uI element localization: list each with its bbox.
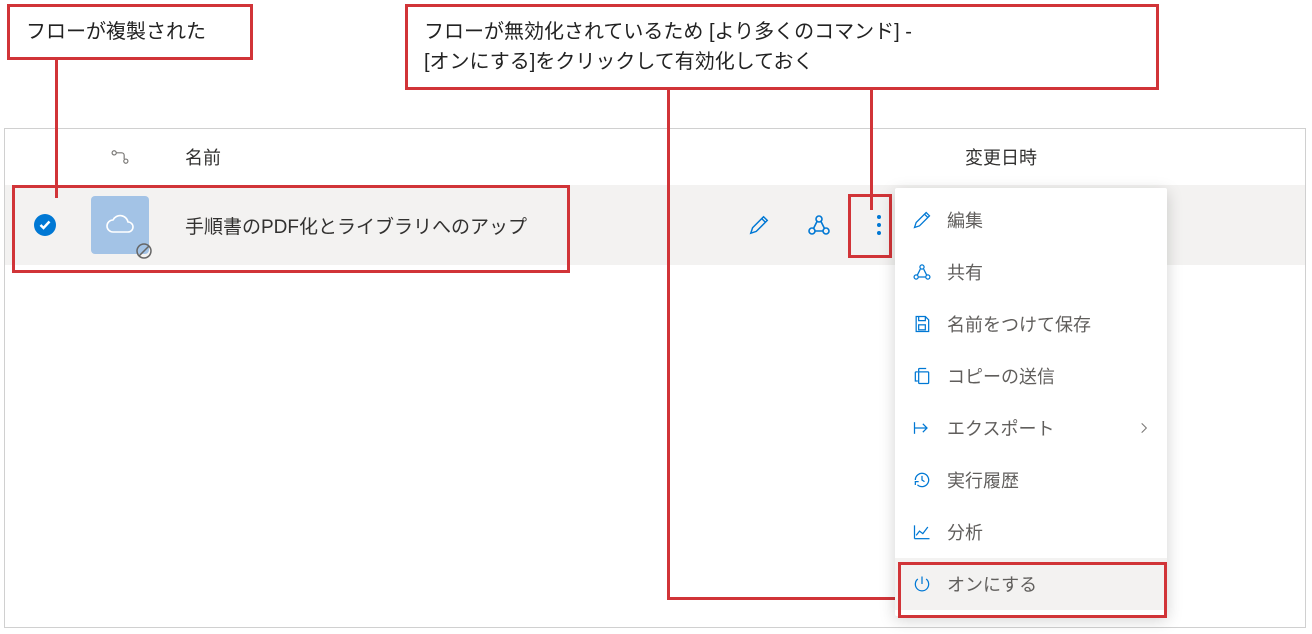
connector-line [667, 80, 670, 600]
share-button[interactable] [803, 209, 835, 241]
menu-item-run-history[interactable]: 実行履歴 [895, 454, 1167, 506]
connector-line [55, 46, 58, 198]
pencil-icon [748, 214, 770, 236]
context-menu: 編集 共有 名前をつけて保存 [895, 188, 1167, 616]
connector-line [870, 80, 873, 210]
analytics-icon [912, 522, 932, 542]
callout-text: フローが複製された [26, 21, 206, 43]
column-header-modified[interactable]: 変更日時 [905, 144, 1305, 170]
column-type-icon [85, 147, 155, 167]
checkmark-icon [39, 220, 51, 230]
vertical-dots-icon [877, 215, 881, 235]
menu-label: 実行履歴 [947, 467, 1019, 493]
flow-icon-box [91, 196, 149, 254]
table-header-row: 名前 変更日時 [5, 129, 1305, 185]
callout-text-line2: [オンにする]をクリックして有効化しておく [424, 47, 1140, 77]
disabled-badge-icon [135, 242, 153, 260]
menu-item-save-as[interactable]: 名前をつけて保存 [895, 298, 1167, 350]
callout-enable-flow: フローが無効化されているため [より多くのコマンド] - [オンにする]をクリッ… [405, 4, 1159, 90]
menu-label: オンにする [947, 571, 1037, 597]
menu-item-edit[interactable]: 編集 [895, 194, 1167, 246]
menu-item-turn-on[interactable]: オンにする [895, 558, 1167, 610]
power-icon [912, 574, 932, 594]
callout-text-line1: フローが無効化されているため [より多くのコマンド] - [424, 17, 1140, 47]
row-actions [743, 209, 895, 241]
flow-name[interactable]: 手順書のPDF化とライブラリへのアップ [155, 212, 743, 239]
menu-label: エクスポート [947, 415, 1054, 441]
menu-item-export[interactable]: エクスポート [895, 402, 1167, 454]
share-icon [912, 262, 932, 282]
menu-label: 分析 [947, 519, 983, 545]
save-icon [912, 314, 932, 334]
export-icon [912, 418, 932, 438]
row-checkbox[interactable] [5, 214, 85, 236]
check-circle [34, 214, 56, 236]
flow-icon-cell [85, 196, 155, 254]
pencil-icon [912, 210, 932, 230]
copy-icon [912, 366, 932, 386]
more-commands-button[interactable] [863, 209, 895, 241]
menu-label: コピーの送信 [947, 363, 1055, 389]
connector-line [667, 597, 898, 600]
edit-button[interactable] [743, 209, 775, 241]
cloud-icon [103, 213, 137, 237]
menu-item-analytics[interactable]: 分析 [895, 506, 1167, 558]
menu-label: 名前をつけて保存 [947, 311, 1091, 337]
menu-item-send-copy[interactable]: コピーの送信 [895, 350, 1167, 402]
menu-item-share[interactable]: 共有 [895, 246, 1167, 298]
share-icon [807, 213, 831, 237]
chevron-right-icon [1137, 421, 1151, 435]
column-header-name[interactable]: 名前 [155, 144, 905, 170]
callout-flow-copied: フローが複製された [7, 4, 253, 60]
menu-label: 共有 [947, 259, 983, 285]
flow-type-icon [110, 147, 130, 167]
menu-label: 編集 [947, 207, 983, 233]
history-icon [912, 470, 932, 490]
